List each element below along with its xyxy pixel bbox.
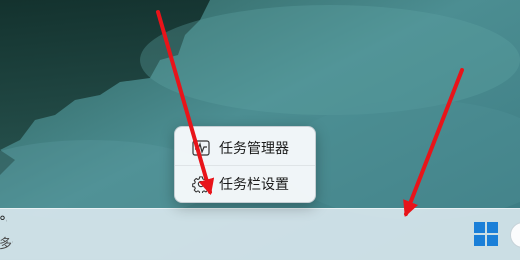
- menu-item-task-manager[interactable]: 任务管理器: [179, 131, 311, 165]
- taskbar: °C 多云: [0, 208, 520, 260]
- menu-item-label: 任务管理器: [219, 141, 289, 157]
- tray-button[interactable]: [510, 222, 520, 248]
- menu-separator: [175, 165, 315, 166]
- weather-temperature[interactable]: °C: [0, 214, 7, 230]
- weather-condition[interactable]: 多云: [0, 233, 13, 252]
- menu-item-taskbar-settings[interactable]: 任务栏设置: [179, 167, 311, 201]
- start-button[interactable]: [470, 218, 502, 250]
- windows-logo-icon: [474, 222, 498, 246]
- menu-item-label: 任务栏设置: [219, 177, 289, 193]
- task-manager-icon: [191, 138, 211, 158]
- gear-icon: [191, 174, 211, 194]
- taskbar-context-menu: 任务管理器 任务栏设置: [174, 126, 316, 203]
